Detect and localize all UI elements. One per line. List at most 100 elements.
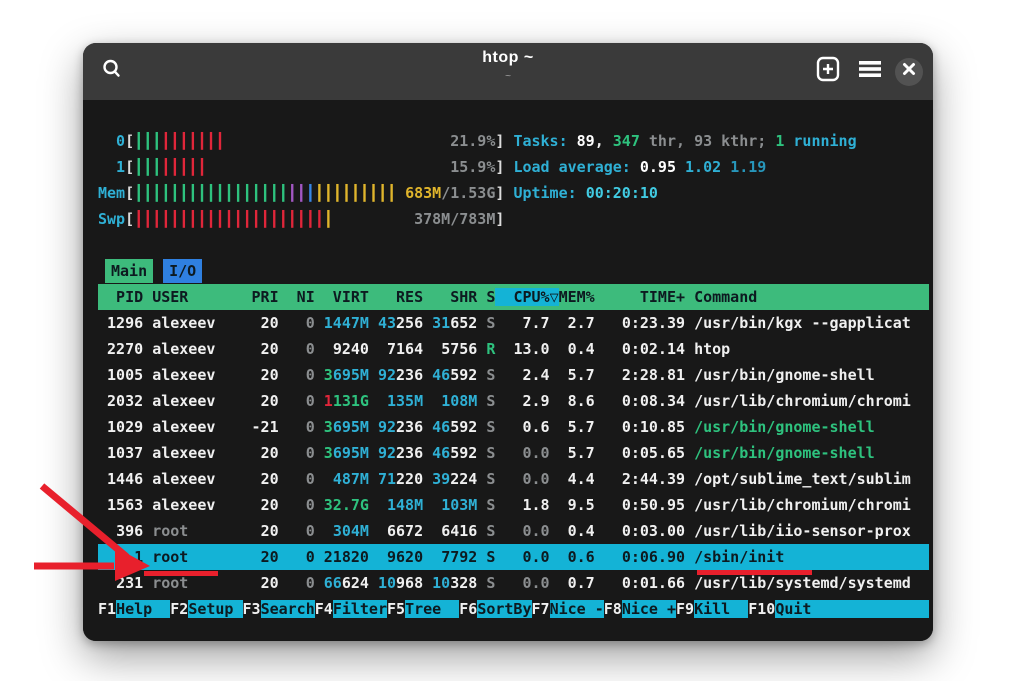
process-row[interactable]: 1037 alexeev 20 0 3695M 92236 46592 S 0.… [98, 440, 929, 466]
cell-shr: 6416 [441, 522, 477, 540]
cell-cpu: 0.0 [522, 522, 549, 540]
fnkey-nice-[interactable]: Nice - [550, 600, 604, 618]
column-header-pri[interactable]: PRI [252, 288, 279, 306]
cell-cpu: 0.0 [522, 444, 549, 462]
meter-label: 1 [98, 158, 125, 176]
blank-line [98, 232, 929, 258]
fnkey-label: F1 [98, 600, 116, 618]
new-tab-button[interactable] [811, 55, 845, 89]
fnkey-search[interactable]: Search [261, 600, 315, 618]
fnkey-label: F6 [459, 600, 477, 618]
cell-pid: 1446 [107, 470, 143, 488]
fnkey-sortby[interactable]: SortBy [477, 600, 531, 618]
column-header-pid[interactable]: PID [98, 288, 143, 306]
console-window: htop ~ ~ [83, 43, 933, 641]
cell-virt: 66 [324, 574, 342, 592]
column-header-cmd[interactable]: Command [694, 288, 929, 306]
cell-time: 0:03.00 [622, 522, 685, 540]
column-header-ni[interactable]: NI [288, 288, 315, 306]
cell-cpu: 7.7 [522, 314, 549, 332]
process-row[interactable]: 2270 alexeev 20 0 9240 7164 5756 R 13.0 … [98, 336, 929, 362]
process-row-selected[interactable]: 1 root 20 0 21820 9620 7792 S 0.0 0.6 0:… [98, 544, 929, 570]
process-row[interactable]: 1005 alexeev 20 0 3695M 92236 46592 S 2.… [98, 362, 929, 388]
summary-text: 00:20:10 [586, 184, 658, 202]
fnkey-label: F10 [748, 600, 775, 618]
cell-time: 2:28.81 [622, 366, 685, 384]
cell-shr: 10 [432, 574, 450, 592]
fnkey-quit[interactable]: Quit [775, 600, 829, 618]
process-row[interactable]: 1563 alexeev 20 0 32.7G 148M 103M S 1.8 … [98, 492, 929, 518]
meter-bars: ┃┃┃┃┃┃┃┃┃┃┃┃┃┃┃┃┃ [134, 184, 288, 202]
column-header-res[interactable]: RES [378, 288, 423, 306]
cell-user: root [152, 522, 188, 540]
cell-pri: 20 [261, 522, 279, 540]
meter-bars: ┃┃┃┃┃ [161, 158, 206, 176]
cell-mem: 0.7 [568, 574, 595, 592]
window-subtitle: ~ [505, 71, 511, 82]
column-header-time[interactable]: TIME+ [604, 288, 685, 306]
cell-virt: 9240 [333, 340, 369, 358]
cell-time: 0:50.95 [622, 496, 685, 514]
cell-pri: 20 [261, 574, 279, 592]
column-header-virt[interactable]: VIRT [324, 288, 369, 306]
fnkey-label: F3 [243, 600, 261, 618]
cell-virt: 1447M [324, 314, 369, 332]
cell-cpu: 0.0 [522, 574, 549, 592]
fnkey-setup[interactable]: Setup [188, 600, 242, 618]
meter-bars: ┃┃┃ [134, 132, 161, 150]
fnkey-nice+[interactable]: Nice + [622, 600, 676, 618]
process-row[interactable]: 396 root 20 0 304M 6672 6416 S 0.0 0.4 0… [98, 518, 929, 544]
cell-user: alexeev [152, 470, 215, 488]
cell-virt: 695M [333, 366, 369, 384]
process-row[interactable]: 1446 alexeev 20 0 487M 71220 39224 S 0.0… [98, 466, 929, 492]
fnkey-filter[interactable]: Filter [333, 600, 387, 618]
column-header-cpu[interactable]: CPU% [513, 288, 549, 306]
column-header-mem[interactable]: MEM% [559, 288, 595, 306]
cell-shr: 5756 [441, 340, 477, 358]
search-button[interactable] [95, 55, 129, 89]
cell-shr: 108M [441, 392, 477, 410]
cell-pri: 20 [261, 470, 279, 488]
cell-virt: 3 [324, 418, 333, 436]
meter-value: 21.9% [450, 132, 495, 150]
tab-main[interactable]: Main [105, 259, 153, 283]
fnkey-kill[interactable]: Kill [694, 600, 748, 618]
cell-shr: 39 [432, 470, 450, 488]
fnkey-label: F7 [532, 600, 550, 618]
cell-res: 92 [378, 418, 396, 436]
process-row[interactable]: 2032 alexeev 20 0 1131G 135M 108M S 2.9 … [98, 388, 929, 414]
menu-button[interactable] [853, 55, 887, 89]
cell-cmd: /opt/sublime_text/sublim [694, 470, 911, 488]
cell-time: 0:10.85 [622, 418, 685, 436]
meter-bars: ┃┃┃┃┃┃┃ [161, 132, 224, 150]
cell-pid: 1029 [107, 418, 143, 436]
close-button[interactable] [895, 58, 923, 86]
cell-time: 0:05.65 [622, 444, 685, 462]
cell-shr: 46 [432, 444, 450, 462]
column-header-user[interactable]: USER [152, 288, 242, 306]
process-row[interactable]: 1029 alexeev -21 0 3695M 92236 46592 S 0… [98, 414, 929, 440]
window-title: htop ~ [482, 49, 533, 67]
cell-virt: 131G [333, 392, 369, 410]
cell-shr: 592 [450, 444, 477, 462]
tab-io[interactable]: I/O [163, 259, 202, 283]
cell-mem: 0.4 [568, 340, 595, 358]
cell-mem: 0.4 [568, 522, 595, 540]
cell-virt: 695M [333, 418, 369, 436]
fnkey-tree[interactable]: Tree [405, 600, 459, 618]
cell-pid: 1037 [107, 444, 143, 462]
cell-mem: 9.5 [568, 496, 595, 514]
fnkey-label: F9 [676, 600, 694, 618]
process-row[interactable]: 1296 alexeev 20 0 1447M 43256 31652 S 7.… [98, 310, 929, 336]
fnkey-help[interactable]: Help [116, 600, 170, 618]
summary-text: , [595, 132, 613, 150]
process-row[interactable]: 231 root 20 0 66624 10968 10328 S 0.0 0.… [98, 570, 929, 596]
column-header-shr[interactable]: SHR [432, 288, 477, 306]
summary-text: ; [757, 132, 775, 150]
cell-cpu: 13.0 [513, 340, 549, 358]
cell-user: alexeev [152, 496, 215, 514]
cell-pri: 20 [261, 444, 279, 462]
summary-text: Load average: [513, 158, 639, 176]
meter-bars: ┃ [324, 210, 333, 228]
cell-res: 9620 [387, 548, 423, 566]
